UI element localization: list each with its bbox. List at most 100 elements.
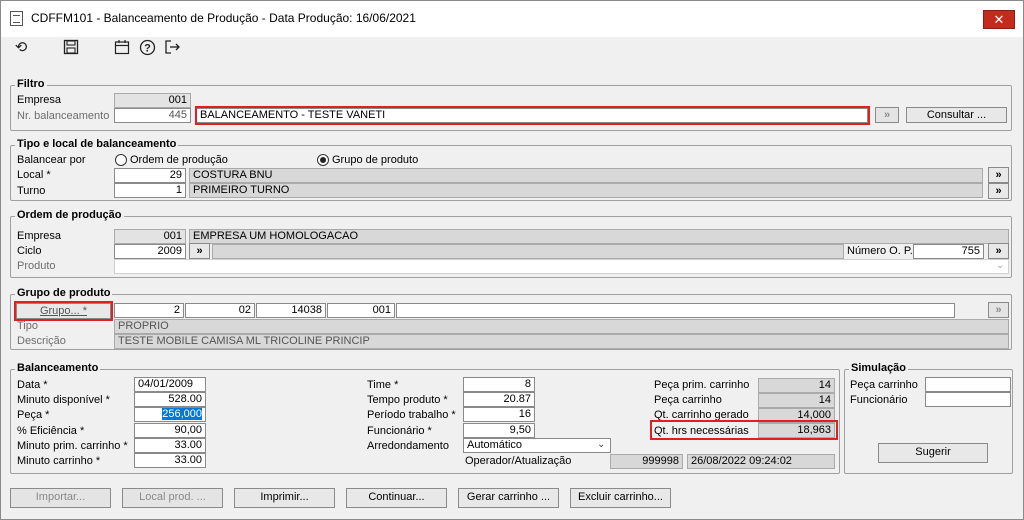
nr-balanceamento-label: Nr. balanceamento <box>17 110 110 122</box>
qt-hrs-necessarias-field: 18,963 <box>758 423 835 438</box>
simulacao-peca-field[interactable] <box>925 377 1011 392</box>
svg-text:?: ? <box>144 43 151 55</box>
eficiencia-field[interactable]: 90,00 <box>134 423 206 438</box>
nr-balanceamento-field[interactable]: 445 <box>114 108 191 123</box>
empresa-field[interactable]: 001 <box>114 93 191 108</box>
arredondamento-select[interactable]: Automático <box>463 438 611 453</box>
consultar-button[interactable]: Consultar ... <box>906 107 1007 123</box>
produto-label: Produto <box>17 260 56 272</box>
grupo-descricao-extra-field[interactable] <box>396 303 955 318</box>
importar-button[interactable]: Importar... <box>10 488 111 508</box>
peca-carrinho-field: 14 <box>758 393 835 408</box>
qt-carrinho-gerado-field: 14,000 <box>758 408 835 423</box>
save-icon[interactable] <box>62 39 80 57</box>
produto-chevron-down-icon: ⌄ <box>996 260 1005 271</box>
minuto-carrinho-label: Minuto carrinho * <box>17 455 101 467</box>
tipo-legend: Tipo e local de balanceamento <box>15 138 179 150</box>
empresa-label: Empresa <box>17 94 62 106</box>
radio-ordem-producao[interactable] <box>115 154 127 166</box>
peca-carrinho-label: Peça carrinho <box>654 394 722 406</box>
minuto-carrinho-field[interactable]: 33.00 <box>134 453 206 468</box>
sugerir-button[interactable]: Sugerir <box>878 443 988 463</box>
refresh-icon[interactable]: ⟲ <box>12 39 30 57</box>
ciclo-description-field <box>212 244 844 259</box>
arredondamento-label: Arredondamento <box>367 440 449 452</box>
grupo-tipo-label: Tipo <box>17 320 38 332</box>
ordem-legend: Ordem de produção <box>15 209 124 221</box>
exit-icon[interactable] <box>163 39 181 57</box>
ordem-empresa-label: Empresa <box>17 230 62 242</box>
peca-field[interactable]: 256,000 <box>134 407 206 422</box>
funcionario-label: Funcionário * <box>367 425 432 437</box>
grupo-item-field[interactable]: 001 <box>327 303 395 318</box>
time-field[interactable]: 8 <box>463 377 535 392</box>
search-balanceamento-button[interactable]: » <box>875 107 899 123</box>
time-label: Time * <box>367 379 399 391</box>
local-prod-button[interactable]: Local prod. ... <box>122 488 223 508</box>
periodo-trabalho-label: Período trabalho * <box>367 409 456 421</box>
qt-hrs-necessarias-label: Qt. hrs necessárias <box>654 425 749 437</box>
grupo-descricao-label: Descrição <box>17 335 66 347</box>
radio-grupo-produto[interactable] <box>317 154 329 166</box>
grupo-button-label: Grupo... * <box>39 305 88 317</box>
grupo-grupo-field[interactable]: 02 <box>185 303 255 318</box>
filtro-legend: Filtro <box>15 78 47 90</box>
descricao-balanceamento-field[interactable]: BALANCEAMENTO - TESTE VANETI <box>196 108 868 123</box>
numero-op-lookup-button[interactable]: » <box>988 243 1009 259</box>
simulacao-funcionario-field[interactable] <box>925 392 1011 407</box>
numero-op-label: Número O. P. <box>847 245 913 257</box>
local-name-field: COSTURA BNU <box>189 168 983 183</box>
minuto-prim-carrinho-field[interactable]: 33.00 <box>134 438 206 453</box>
grupo-tipo-field: PROPRIO <box>114 319 1009 334</box>
ciclo-field[interactable]: 2009 <box>114 244 186 259</box>
grupo-descricao-field: TESTE MOBILE CAMISA ML TRICOLINE PRINCIP <box>114 334 1009 349</box>
gerar-carrinho-button[interactable]: Gerar carrinho ... <box>458 488 559 508</box>
simulacao-peca-label: Peça carrinho <box>850 379 918 391</box>
turno-lookup-button[interactable]: » <box>988 183 1009 199</box>
peca-prim-carrinho-label: Peça prim. carrinho <box>654 379 750 391</box>
tempo-produto-field[interactable]: 20.87 <box>463 392 535 407</box>
turno-code-field[interactable]: 1 <box>114 183 186 198</box>
funcionario-field[interactable]: 9,50 <box>463 423 535 438</box>
local-code-field[interactable]: 29 <box>114 168 186 183</box>
calendar-icon[interactable] <box>113 39 131 57</box>
minuto-disponivel-label: Minuto disponível * <box>17 394 110 406</box>
numero-op-field[interactable]: 755 <box>913 244 984 259</box>
help-icon[interactable]: ? <box>138 39 156 57</box>
ordem-empresa-name-field: EMPRESA UM HOMOLOGACAO <box>189 229 1009 244</box>
local-lookup-button[interactable]: » <box>988 167 1009 183</box>
produto-select[interactable] <box>114 259 1009 274</box>
operador-label: Operador/Atualização <box>465 455 572 467</box>
window-title: CDFFM101 - Balanceamento de Produção - D… <box>31 11 416 25</box>
qt-carrinho-gerado-label: Qt. carrinho gerado <box>654 409 749 421</box>
minuto-disponivel-field[interactable]: 528.00 <box>134 392 206 407</box>
grupo-lookup-button[interactable]: » <box>988 302 1009 318</box>
continuar-button[interactable]: Continuar... <box>346 488 447 508</box>
balancear-por-label: Balancear por <box>17 154 86 166</box>
arredondamento-chevron-down-icon: ⌄ <box>597 439 606 450</box>
turno-name-field: PRIMEIRO TURNO <box>189 183 983 198</box>
data-label: Data * <box>17 379 48 391</box>
title-bar: CDFFM101 - Balanceamento de Produção - D… <box>1 1 1023 37</box>
grupo-subgrupo-field[interactable]: 14038 <box>256 303 326 318</box>
radio-ordem-label: Ordem de produção <box>130 154 228 166</box>
balanceamento-legend: Balanceamento <box>15 362 101 374</box>
atualizacao-field: 26/08/2022 09:24:02 <box>687 454 835 469</box>
grupo-legend: Grupo de produto <box>15 287 113 299</box>
periodo-trabalho-field[interactable]: 16 <box>463 407 535 422</box>
radio-grupo-label: Grupo de produto <box>332 154 419 166</box>
data-field[interactable]: 04/01/2009 <box>134 377 206 392</box>
main-window: CDFFM101 - Balanceamento de Produção - D… <box>0 0 1024 520</box>
grupo-button[interactable]: Grupo... * <box>16 303 111 319</box>
close-button[interactable]: ✕ <box>983 10 1015 29</box>
tempo-produto-label: Tempo produto * <box>367 394 448 406</box>
ciclo-lookup-button[interactable]: » <box>189 243 210 259</box>
simulacao-funcionario-label: Funcionário <box>850 394 908 406</box>
grupo-nivel-field[interactable]: 2 <box>114 303 184 318</box>
excluir-carrinho-button[interactable]: Excluir carrinho... <box>570 488 671 508</box>
operador-field: 999998 <box>610 454 683 469</box>
local-label: Local * <box>17 169 51 181</box>
peca-prim-carrinho-field: 14 <box>758 378 835 393</box>
minuto-prim-carrinho-label: Minuto prim. carrinho * <box>17 440 128 452</box>
imprimir-button[interactable]: Imprimir... <box>234 488 335 508</box>
